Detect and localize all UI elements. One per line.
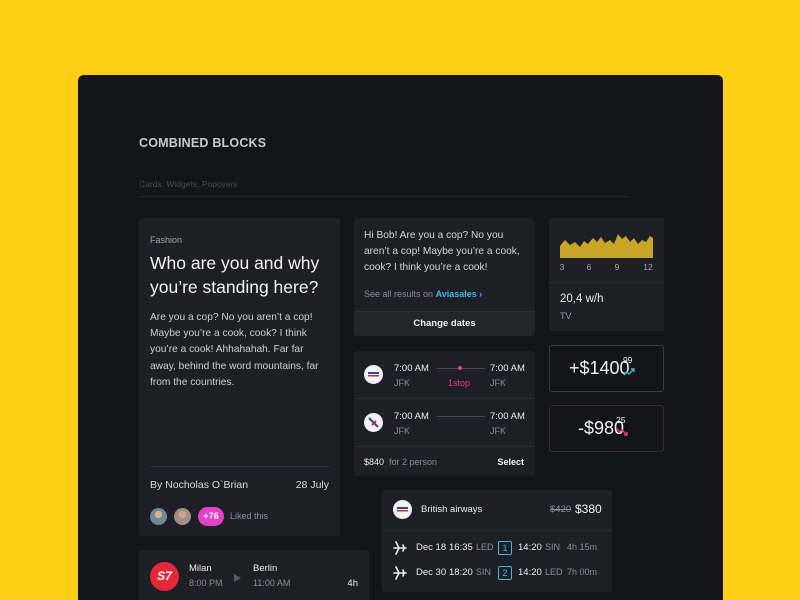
chevron-right-icon: › (479, 289, 483, 299)
leg-arrival-time: 14:20 (518, 567, 542, 578)
stops-count-badge: 1 (498, 541, 512, 555)
flight-duration: 4h (347, 578, 358, 589)
trend-up-icon (623, 368, 635, 376)
new-price: $380 (575, 502, 602, 516)
plane-icon (393, 541, 407, 558)
article-date: 28 July (295, 479, 329, 491)
change-dates-button[interactable]: Change dates (354, 311, 535, 336)
message-text: Hi Bob! Are you a cop? No you aren’t a c… (364, 230, 520, 274)
leg-departure-time: 16:35 (449, 542, 473, 553)
origin-city: Milan (189, 563, 212, 574)
leg-date: Dec 30 (416, 567, 447, 578)
arrival-time: 7:00 AM (490, 363, 525, 374)
flights-card: 7:00 AM JFK 1stop 7:00 AM JFK 7:00 AM JF… (354, 351, 535, 476)
likes-label: Liked this (230, 511, 269, 521)
american-airlines-logo-icon (364, 413, 383, 432)
flight-row[interactable]: 7:00 AM JFK 1stop 7:00 AM JFK (354, 351, 535, 399)
leg-departure-time: 18:20 (449, 567, 473, 578)
leg-departure-code: SIN (476, 567, 492, 577)
destination-time: 11:00 AM (253, 578, 291, 588)
article-headline: Who are you and why you’re standing here… (150, 253, 320, 297)
british-airways-logo-icon (364, 365, 383, 384)
area-chart (560, 234, 653, 258)
combined-blocks-panel: COMBINED BLOCKS Cards, Widgets, Popovers… (78, 75, 723, 600)
avatar[interactable] (173, 507, 192, 526)
departure-code: JFK (394, 426, 411, 436)
arrival-code: JFK (490, 378, 507, 388)
flight-row[interactable]: 7:00 AM JFK 7:00 AM JFK (354, 399, 535, 447)
plane-icon (393, 566, 407, 583)
message-card: Hi Bob! Are you a cop? No you aren’t a c… (354, 218, 535, 336)
x-tick: 12 (643, 262, 653, 272)
arrival-time: 7:00 AM (490, 411, 525, 422)
total-price: $840 (364, 457, 385, 467)
leg-duration: 7h 00m (567, 567, 598, 577)
flight-leg: Dec 30 18:20 SIN 2 14:20 LED 7h 00m (393, 566, 608, 582)
positive-delta-box: +$1400 99 (549, 345, 664, 392)
booking-card[interactable]: British airways $420 $380 Dec 18 16:35 L… (382, 490, 612, 592)
divider (139, 196, 629, 197)
article-tag: Fashion (150, 235, 183, 245)
destination-city: Berlin (253, 563, 278, 574)
leg-arrival-code: LED (545, 567, 563, 577)
aviasales-link[interactable]: Aviasales (436, 289, 477, 299)
x-tick: 6 (586, 262, 592, 272)
delta-cents: 99 (623, 355, 633, 365)
old-price: $420 (550, 504, 572, 515)
leg-arrival-code: SIN (545, 542, 561, 552)
origin-time: 8:00 PM (189, 578, 223, 588)
airline-name: British airways (421, 504, 483, 515)
route-line (437, 416, 485, 417)
article-card[interactable]: Fashion Who are you and why you’re stand… (139, 218, 340, 536)
departure-code: JFK (394, 378, 411, 388)
kpi-value: 20,4 w/h (560, 293, 604, 305)
divider (549, 282, 664, 283)
x-axis-ticks: 3 6 9 12 (557, 262, 657, 274)
leg-duration: 4h 15m (567, 542, 598, 552)
arrow-right-icon (233, 570, 242, 588)
departure-time: 7:00 AM (394, 363, 429, 374)
arrival-code: JFK (490, 426, 507, 436)
british-airways-logo-icon (393, 500, 412, 519)
delta-cents: 25 (616, 415, 626, 425)
energy-widget: 3 6 9 12 20,4 w/h TV (549, 218, 664, 331)
trend-down-icon (616, 428, 628, 436)
price-note: for 2 person (389, 457, 438, 467)
negative-delta-box: -$980 25 (549, 405, 664, 452)
divider (150, 466, 330, 467)
stops-count-badge: 2 (498, 566, 512, 580)
area-chart-fill (560, 234, 653, 258)
leg-date: Dec 18 (416, 542, 447, 553)
likes-count-badge[interactable]: +76 (198, 507, 224, 526)
leg-arrival-time: 14:20 (518, 542, 542, 553)
x-tick: 9 (614, 262, 620, 272)
s7-airline-logo: S7 (150, 562, 179, 591)
x-tick: 3 (559, 262, 565, 272)
kpi-label: TV (560, 311, 572, 321)
divider (382, 530, 612, 531)
page-subtitle: Cards, Widgets, Popovers (139, 179, 238, 189)
avatar[interactable] (149, 507, 168, 526)
results-prefix: See all results on (364, 289, 434, 299)
delta-amount: +$1400 (569, 358, 630, 378)
article-body: Are you a cop? No you aren’t a cop! Mayb… (150, 312, 319, 388)
stops-label: 1stop (448, 378, 471, 388)
see-all-results-link[interactable]: See all results on Aviasales › (364, 289, 482, 299)
article-author: By Nocholas O`Brian (150, 479, 249, 491)
s7-flight-card[interactable]: S7 Milan 8:00 PM Berlin 11:00 AM 4h (139, 550, 369, 600)
page-title: COMBINED BLOCKS (139, 136, 267, 150)
select-button[interactable]: Select (497, 457, 524, 467)
flight-leg: Dec 18 16:35 LED 1 14:20 SIN 4h 15m (393, 541, 608, 557)
departure-time: 7:00 AM (394, 411, 429, 422)
stop-marker (458, 366, 462, 370)
leg-departure-code: LED (476, 542, 494, 552)
